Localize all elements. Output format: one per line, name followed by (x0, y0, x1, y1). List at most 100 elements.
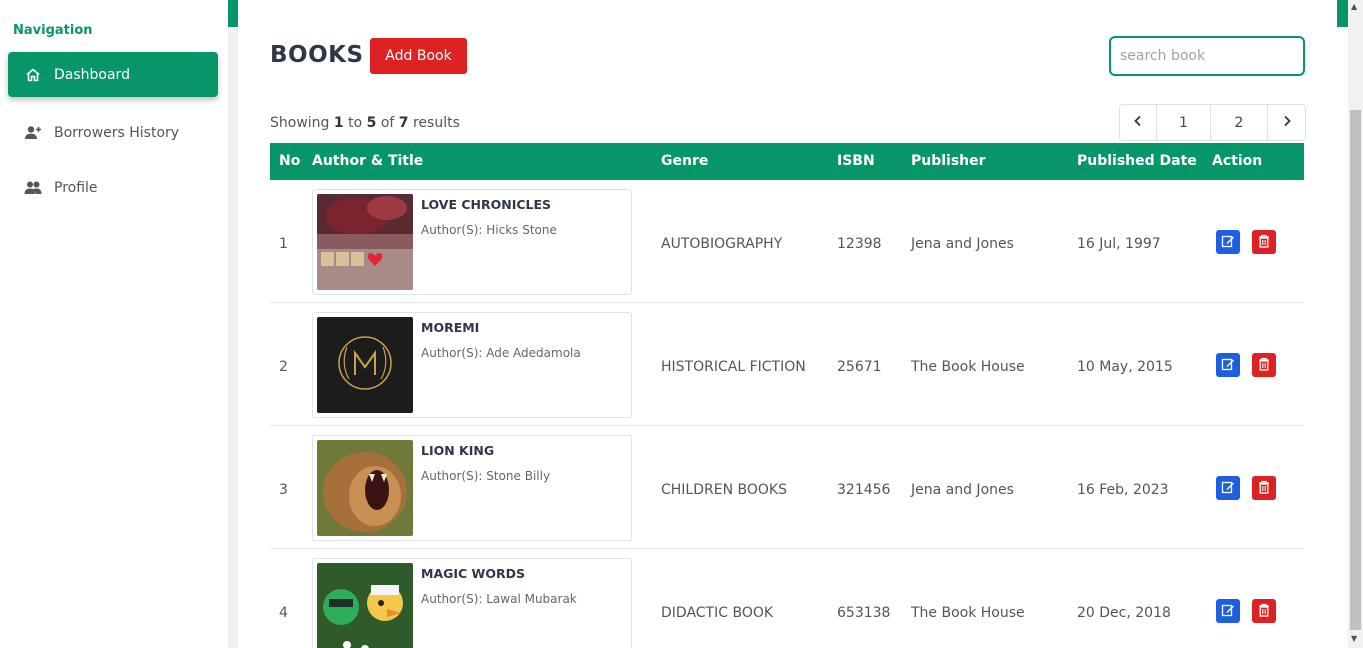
book-publisher: The Book House (911, 359, 1025, 375)
users-icon (24, 179, 42, 197)
table-header: No Author & Title Genre ISBN Publisher P… (270, 143, 1304, 180)
add-book-button[interactable]: Add Book (370, 38, 467, 74)
sidebar-divider (228, 0, 238, 648)
home-icon (24, 66, 42, 84)
scroll-up-arrow-icon[interactable]: ▲ (1351, 2, 1357, 11)
book-isbn: 653138 (837, 605, 891, 621)
column-header-action: Action (1212, 153, 1263, 169)
summary-of-word: of (380, 115, 395, 131)
book-author: Author(S): Hicks Stone (421, 223, 557, 237)
page-button-2[interactable]: 2 (1211, 105, 1268, 140)
summary-suffix: results (412, 115, 460, 131)
edit-button[interactable] (1216, 599, 1240, 623)
book-card: MAGIC WORDS Author(S): Lawal Mubarak (312, 558, 632, 648)
edit-button[interactable] (1216, 476, 1240, 500)
column-header-publisher: Publisher (911, 153, 986, 169)
edit-icon (1221, 479, 1235, 498)
row-number: 1 (279, 236, 288, 252)
nav-heading: Navigation (13, 23, 93, 38)
book-cover-image (317, 194, 413, 290)
book-title: LOVE CHRONICLES (421, 197, 552, 212)
book-author: Author(S): Ade Adedamola (421, 346, 581, 360)
book-title: LION KING (421, 443, 495, 458)
book-publisher: Jena and Jones (911, 236, 1014, 252)
summary-prefix: Showing (270, 115, 330, 131)
sidebar-item-label: Dashboard (54, 66, 130, 83)
delete-button[interactable] (1252, 353, 1276, 377)
sidebar-item-profile[interactable]: Profile (8, 165, 218, 210)
book-genre: HISTORICAL FICTION (661, 359, 806, 375)
page-button-1[interactable]: 1 (1157, 105, 1211, 140)
book-genre: CHILDREN BOOKS (661, 482, 787, 498)
summary-to-word: to (348, 115, 363, 131)
summary-from: 1 (333, 115, 344, 131)
column-header-genre: Genre (661, 153, 709, 169)
user-plus-icon (24, 124, 42, 142)
chevron-right-icon (1282, 115, 1292, 131)
edit-icon (1221, 356, 1235, 375)
page-scrollbar[interactable]: ▲ ▼ (1348, 0, 1363, 648)
results-summary: Showing 1 to 5 of 7 results (270, 115, 460, 131)
book-cover-image (317, 317, 413, 413)
row-number: 3 (279, 482, 288, 498)
book-author: Author(S): Lawal Mubarak (421, 592, 577, 606)
table-row: 1 LOVE CHRONICLES Author(S): Hicks Stone… (270, 180, 1304, 303)
edit-icon (1221, 602, 1235, 621)
page-title: BOOKS (270, 42, 364, 68)
row-number: 4 (279, 605, 288, 621)
book-genre: DIDACTIC BOOK (661, 605, 774, 621)
chevron-left-icon (1133, 115, 1143, 131)
book-published-date: 16 Feb, 2023 (1077, 482, 1169, 498)
delete-button[interactable] (1252, 599, 1276, 623)
summary-total: 7 (398, 115, 409, 131)
book-author: Author(S): Stone Billy (421, 469, 551, 483)
book-card: LION KING Author(S): Stone Billy (312, 435, 632, 541)
accent-bar-right (1337, 0, 1348, 27)
summary-to: 5 (366, 115, 377, 131)
book-title: MAGIC WORDS (421, 566, 525, 581)
delete-button[interactable] (1252, 476, 1276, 500)
book-isbn: 25671 (837, 359, 882, 375)
edit-button[interactable] (1216, 353, 1240, 377)
prev-page-button[interactable] (1120, 105, 1157, 140)
pagination: 1 2 (1119, 104, 1306, 141)
books-table: No Author & Title Genre ISBN Publisher P… (270, 143, 1304, 648)
next-page-button[interactable] (1268, 105, 1305, 140)
sidebar-item-label: Borrowers History (54, 124, 180, 141)
edit-icon (1221, 233, 1235, 252)
trash-icon (1258, 233, 1270, 252)
row-number: 2 (279, 359, 288, 375)
book-cover-image (317, 440, 413, 536)
book-genre: AUTOBIOGRAPHY (661, 236, 783, 252)
edit-button[interactable] (1216, 230, 1240, 254)
book-published-date: 10 May, 2015 (1077, 359, 1173, 375)
sidebar-item-dashboard[interactable]: Dashboard (8, 52, 218, 97)
table-row: 3 LION KING Author(S): Stone Billy CHILD… (270, 426, 1304, 549)
book-isbn: 12398 (837, 236, 882, 252)
search-input[interactable] (1109, 36, 1305, 76)
book-publisher: Jena and Jones (911, 482, 1014, 498)
trash-icon (1258, 602, 1270, 621)
book-card: MOREMI Author(S): Ade Adedamola (312, 312, 632, 418)
table-row: 4 MAGIC WORDS Author(S): Lawal Mubarak D… (270, 549, 1304, 648)
scrollbar-thumb[interactable] (1350, 110, 1361, 630)
book-published-date: 16 Jul, 1997 (1077, 236, 1161, 252)
sidebar-item-label: Profile (54, 179, 98, 196)
scroll-down-arrow-icon[interactable]: ▼ (1351, 634, 1357, 643)
sidebar: Navigation Dashboard Borrowers History P… (0, 0, 228, 648)
book-isbn: 321456 (837, 482, 891, 498)
table-row: 2 MOREMI Author(S): Ade Adedamola HISTOR… (270, 303, 1304, 426)
book-title: MOREMI (421, 320, 480, 335)
column-header-isbn: ISBN (837, 153, 875, 169)
book-published-date: 20 Dec, 2018 (1077, 605, 1171, 621)
trash-icon (1258, 479, 1270, 498)
book-card: LOVE CHRONICLES Author(S): Hicks Stone (312, 189, 632, 295)
column-header-no: No (279, 153, 301, 169)
sidebar-item-borrowers-history[interactable]: Borrowers History (8, 110, 218, 155)
trash-icon (1258, 356, 1270, 375)
book-cover-image (317, 563, 413, 648)
book-publisher: The Book House (911, 605, 1025, 621)
delete-button[interactable] (1252, 230, 1276, 254)
column-header-author-title: Author & Title (312, 153, 424, 169)
accent-bar-left (228, 0, 238, 27)
